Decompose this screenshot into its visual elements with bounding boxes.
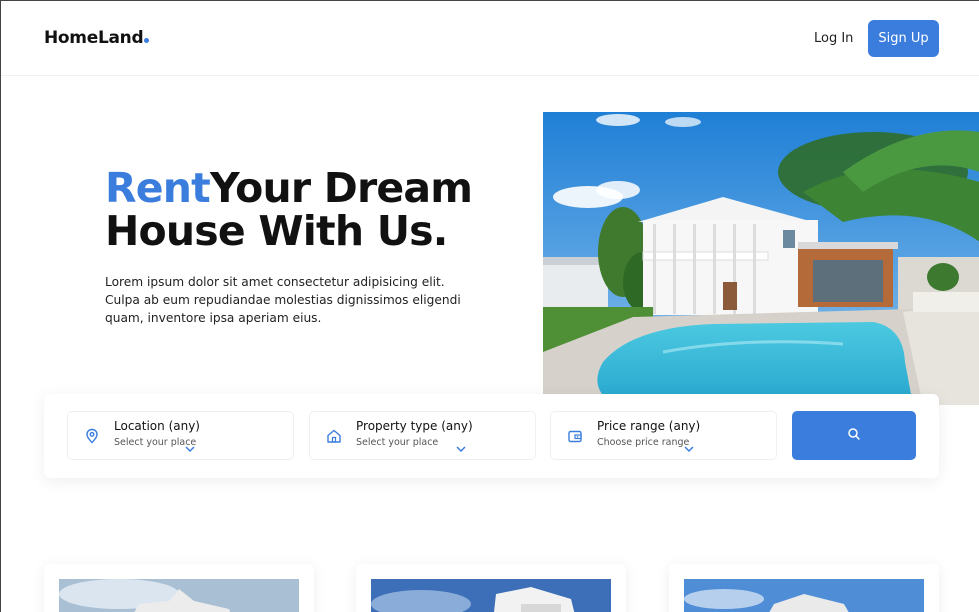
listing-card-image: [59, 579, 299, 612]
property-type-select[interactable]: Property type (any) Select your place: [309, 411, 536, 460]
login-link[interactable]: Log In: [814, 31, 853, 46]
hero-title-line2: House With Us.: [105, 207, 448, 255]
logo-text: HomeLand: [44, 28, 144, 48]
search-icon: [848, 428, 860, 440]
chevron-down-icon: [456, 446, 466, 453]
price-range-subtitle: Choose price range: [597, 437, 690, 448]
location-subtitle: Select your place: [114, 437, 197, 448]
price-range-title: Price range (any): [597, 419, 701, 433]
navbar: HomeLand Log In Sign Up: [1, 1, 979, 76]
listing-card-image: [371, 579, 611, 612]
hero-house-image: [543, 112, 979, 405]
hero-title-line1: Your Dream: [209, 164, 473, 212]
property-type-title: Property type (any): [356, 419, 473, 433]
location-pin-icon: [86, 428, 98, 444]
hero-title-accent: Rent: [105, 164, 211, 212]
price-range-select[interactable]: Price range (any) Choose price range: [550, 411, 777, 460]
property-type-subtitle: Select your place: [356, 437, 439, 448]
listing-card[interactable]: [44, 564, 314, 612]
hero-title: RentYour Dream House With Us.: [105, 164, 473, 255]
house-icon: [327, 429, 341, 443]
location-select[interactable]: Location (any) Select your place: [67, 411, 294, 460]
search-button[interactable]: [792, 411, 916, 460]
logo[interactable]: HomeLand: [44, 28, 150, 48]
logo-dot: [144, 38, 150, 43]
listing-card[interactable]: [669, 564, 939, 612]
search-bar: Location (any) Select your place Propert…: [44, 394, 939, 478]
hero-description: Lorem ipsum dolor sit amet consectetur a…: [105, 275, 461, 325]
listing-card[interactable]: [356, 564, 626, 612]
signup-button[interactable]: Sign Up: [868, 20, 939, 57]
chevron-down-icon: [185, 446, 195, 453]
listing-card-image: [684, 579, 924, 612]
chevron-down-icon: [684, 446, 694, 453]
wallet-icon: [568, 430, 582, 443]
location-title: Location (any): [114, 419, 200, 433]
